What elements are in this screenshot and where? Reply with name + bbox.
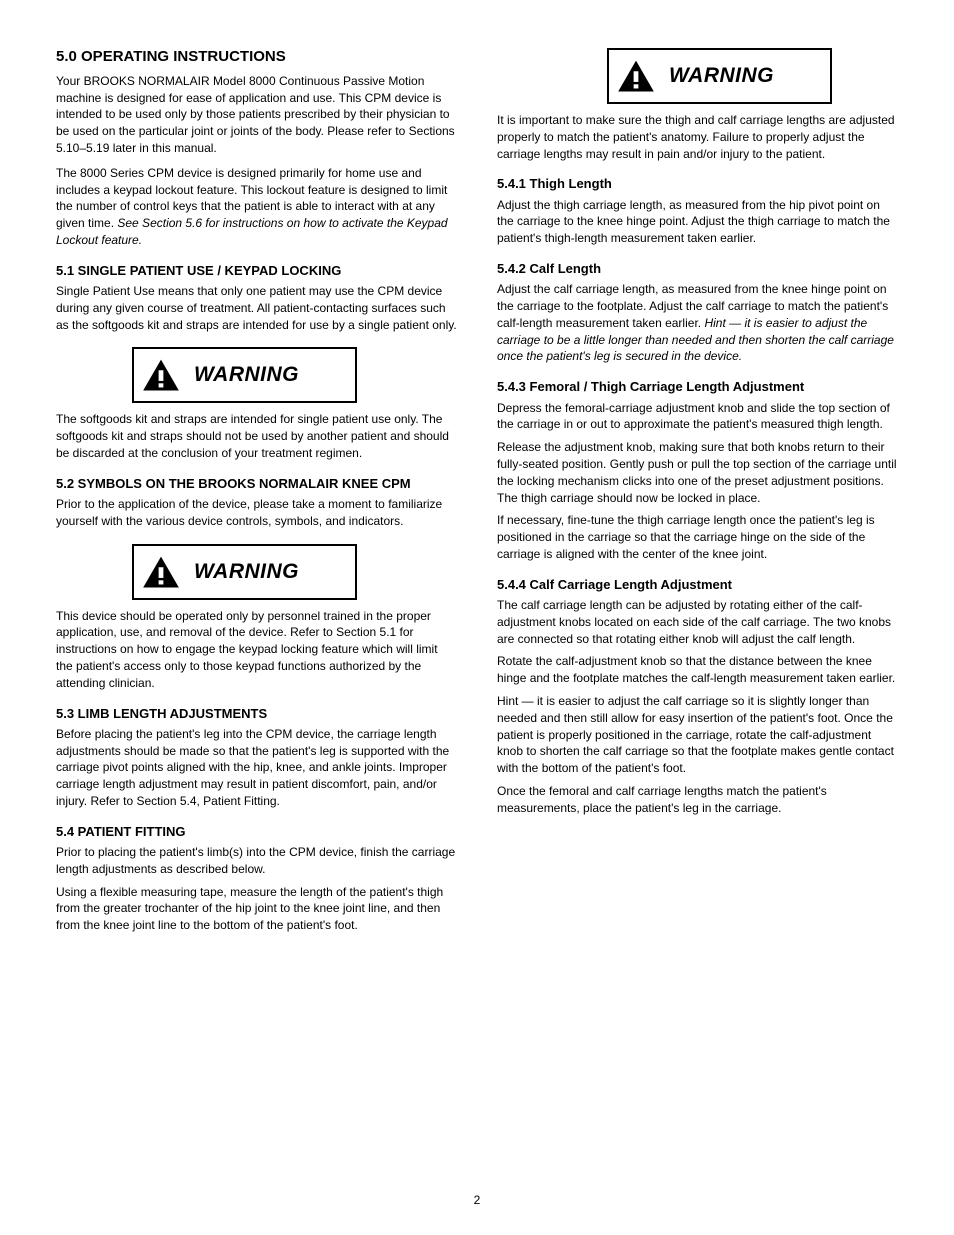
page: 5.0 OPERATING INSTRUCTIONS Your BROOKS N… xyxy=(0,0,954,1235)
subsection-5-1-title: 5.1 SINGLE PATIENT USE / KEYPAD LOCKING xyxy=(56,263,457,279)
warning-box-2: WARNING xyxy=(132,544,357,600)
subsection-5-4-1-paragraph: Adjust the thigh carriage length, as mea… xyxy=(497,197,898,247)
page-number: 2 xyxy=(0,1193,954,1207)
section-title: 5.0 OPERATING INSTRUCTIONS xyxy=(56,48,457,67)
warning-box-1: WARNING xyxy=(132,347,357,403)
subsection-5-4-1-title: 5.4.1 Thigh Length xyxy=(497,176,898,192)
intro-paragraph-1: Your BROOKS NORMALAIR Model 8000 Continu… xyxy=(56,73,457,157)
warning-1-paragraph: The softgoods kit and straps are intende… xyxy=(56,411,457,461)
warning-label-2: WARNING xyxy=(194,560,299,584)
subsection-5-4-3-paragraph-1: Depress the femoral-carriage adjustment … xyxy=(497,400,898,434)
subsection-5-4-4-paragraph-3: Hint — it is easier to adjust the calf c… xyxy=(497,693,898,777)
subsection-5-2-title: 5.2 SYMBOLS ON THE BROOKS NORMALAIR KNEE… xyxy=(56,476,457,492)
subsection-5-1-paragraph: Single Patient Use means that only one p… xyxy=(56,283,457,333)
subsection-5-4-2-title: 5.4.2 Calf Length xyxy=(497,261,898,277)
warning-label-1: WARNING xyxy=(194,363,299,387)
two-column-layout: 5.0 OPERATING INSTRUCTIONS Your BROOKS N… xyxy=(56,48,898,942)
subsection-5-4-title: 5.4 PATIENT FITTING xyxy=(56,824,457,840)
subsection-5-4-3-paragraph-3: If necessary, fine-tune the thigh carria… xyxy=(497,512,898,562)
subsection-5-3-paragraph: Before placing the patient's leg into th… xyxy=(56,726,457,810)
right-column: WARNING It is important to make sure the… xyxy=(497,48,898,942)
subsection-5-4-3-title: 5.4.3 Femoral / Thigh Carriage Length Ad… xyxy=(497,379,898,395)
intro-paragraph-2-reference: See Section 5.6 for instructions on how … xyxy=(56,216,448,247)
warning-icon xyxy=(142,555,180,589)
subsection-5-4-4-paragraph-4: Once the femoral and calf carriage lengt… xyxy=(497,783,898,817)
subsection-5-2-paragraph: Prior to the application of the device, … xyxy=(56,496,457,530)
warning-label-3: WARNING xyxy=(669,64,774,88)
subsection-5-4-3-paragraph-2: Release the adjustment knob, making sure… xyxy=(497,439,898,506)
subsection-5-3-title: 5.3 LIMB LENGTH ADJUSTMENTS xyxy=(56,706,457,722)
left-column: 5.0 OPERATING INSTRUCTIONS Your BROOKS N… xyxy=(56,48,457,942)
intro-paragraph-2: The 8000 Series CPM device is designed p… xyxy=(56,165,457,249)
warning-icon xyxy=(142,358,180,392)
warning-3-paragraph: It is important to make sure the thigh a… xyxy=(497,112,898,162)
subsection-5-4-4-paragraph-1: The calf carriage length can be adjusted… xyxy=(497,597,898,647)
subsection-5-4-4-paragraph-2: Rotate the calf-adjustment knob so that … xyxy=(497,653,898,687)
subsection-5-4-paragraph-2: Using a flexible measuring tape, measure… xyxy=(56,884,457,934)
warning-box-3: WARNING xyxy=(607,48,832,104)
subsection-5-4-paragraph-1: Prior to placing the patient's limb(s) i… xyxy=(56,844,457,878)
subsection-5-4-4-title: 5.4.4 Calf Carriage Length Adjustment xyxy=(497,577,898,593)
subsection-5-4-2-paragraph: Adjust the calf carriage length, as meas… xyxy=(497,281,898,365)
warning-icon xyxy=(617,59,655,93)
warning-2-paragraph: This device should be operated only by p… xyxy=(56,608,457,692)
